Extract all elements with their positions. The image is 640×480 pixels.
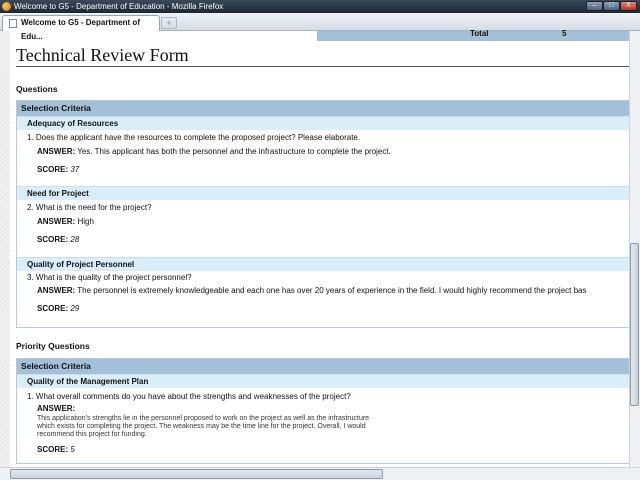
maximize-button[interactable]: □ xyxy=(603,1,620,11)
answer-label: ANSWER: xyxy=(37,404,76,413)
score: SCORE: 5 xyxy=(37,445,75,454)
page-title: Technical Review Form xyxy=(16,45,189,65)
question-text: 1. Does the applicant have the resources… xyxy=(27,133,361,142)
total-value: 5 xyxy=(562,29,567,38)
answer: ANSWER: High xyxy=(37,217,94,226)
window-title: Welcome to G5 - Department of Education … xyxy=(14,2,224,11)
total-label: Total xyxy=(470,29,489,38)
answer-line: which exists for completing the project.… xyxy=(37,423,366,430)
minimize-button[interactable]: – xyxy=(586,1,603,11)
questions-panel: Selection Criteria Adequacy of Resources… xyxy=(16,100,630,328)
score: SCORE: 29 xyxy=(37,304,80,313)
score: SCORE: 28 xyxy=(37,235,80,244)
category-header: Quality of Project Personnel xyxy=(17,257,630,271)
answer-line: recommend this project for funding. xyxy=(37,431,147,438)
priority-panel: Selection Criteria Quality of the Manage… xyxy=(16,358,630,464)
vertical-scroll-thumb[interactable] xyxy=(630,243,639,406)
category-header: Need for Project xyxy=(17,186,630,200)
question-text: 1. What overall comments do you have abo… xyxy=(27,392,351,401)
close-button[interactable]: X xyxy=(620,1,637,11)
category-header: Adequacy of Resources xyxy=(17,116,630,130)
question-text: 3. What is the quality of the project pe… xyxy=(27,273,192,282)
selection-criteria-header: Selection Criteria xyxy=(17,101,630,116)
answer: ANSWER: The personnel is extremely knowl… xyxy=(37,286,587,295)
selection-criteria-header: Selection Criteria xyxy=(17,359,630,374)
divider xyxy=(16,66,629,67)
tab-active[interactable]: Welcome to G5 - Department of Edu... xyxy=(2,15,160,41)
window-title-bar: Welcome to G5 - Department of Education … xyxy=(0,0,640,13)
page-gutter xyxy=(0,31,10,467)
firefox-icon xyxy=(2,2,11,11)
new-tab-button[interactable]: + xyxy=(161,17,177,29)
tab-bar: Welcome to G5 - Department of Edu... + xyxy=(0,13,640,41)
score: SCORE: 37 xyxy=(37,165,80,174)
total-row: Total 5 xyxy=(317,29,629,41)
answer-line: This application's strengths lie in the … xyxy=(37,415,370,422)
question-text: 2. What is the need for the project? xyxy=(27,203,152,212)
tab-label: Welcome to G5 - Department of Edu... xyxy=(21,18,140,41)
page-icon xyxy=(9,19,17,28)
category-header: Quality of the Management Plan xyxy=(17,374,630,388)
answer: ANSWER: Yes. This applicant has both the… xyxy=(37,147,391,156)
questions-heading: Questions xyxy=(16,84,58,94)
priority-questions-heading: Priority Questions xyxy=(16,341,90,351)
horizontal-scroll-thumb[interactable] xyxy=(10,469,383,479)
